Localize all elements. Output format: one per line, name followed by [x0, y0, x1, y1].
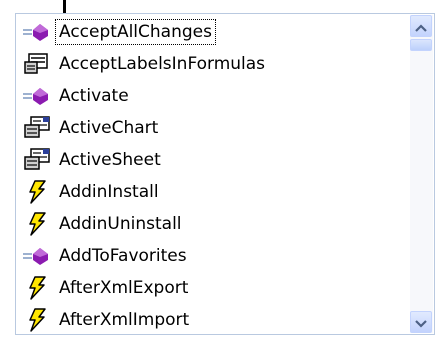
list-item-accept-labels-in-formulas[interactable]: AcceptLabelsInFormulas	[16, 48, 408, 80]
vertical-scrollbar[interactable]	[410, 15, 433, 333]
list-item-add-to-favorites[interactable]: AddToFavorites	[16, 240, 408, 272]
list-item-activate[interactable]: Activate	[16, 80, 408, 112]
list-item-after-xml-export[interactable]: AfterXmlExport	[16, 272, 408, 304]
event-icon	[20, 178, 54, 206]
event-icon	[20, 210, 54, 238]
list-item-label: AfterXmlExport	[59, 278, 189, 298]
list-item-label: ActiveSheet	[59, 150, 161, 170]
list-item-label: Activate	[59, 86, 129, 106]
method-icon	[20, 18, 54, 46]
list-item-active-sheet[interactable]: ActiveSheet	[16, 144, 408, 176]
list-item-label: AddToFavorites	[59, 246, 187, 266]
text-cursor	[63, 0, 66, 13]
scroll-up-button[interactable]	[410, 15, 432, 37]
list-item-addin-uninstall[interactable]: AddinUninstall	[16, 208, 408, 240]
list-item-label: ActiveChart	[59, 118, 159, 138]
list-item-label: AddinInstall	[59, 182, 159, 202]
chevron-down-icon	[415, 313, 427, 332]
method-icon	[20, 82, 54, 110]
event-icon	[20, 274, 54, 302]
list-item-label: AfterXmlImport	[59, 310, 190, 330]
autocomplete-list[interactable]: AcceptAllChanges AcceptLabelsInFormulas	[15, 13, 435, 335]
list-item-addin-install[interactable]: AddinInstall	[16, 176, 408, 208]
property-icon	[20, 114, 54, 142]
editor-area: AcceptAllChanges AcceptLabelsInFormulas	[0, 0, 438, 339]
property-icon	[20, 146, 54, 174]
scrollbar-thumb[interactable]	[410, 39, 432, 51]
list-item-active-chart[interactable]: ActiveChart	[16, 112, 408, 144]
list-item-label: AcceptLabelsInFormulas	[59, 54, 266, 74]
event-icon	[20, 306, 54, 334]
property-icon	[20, 50, 54, 78]
scroll-down-button[interactable]	[410, 311, 432, 333]
list-item-after-xml-import[interactable]: AfterXmlImport	[16, 304, 408, 336]
list-item-label: AcceptAllChanges	[55, 19, 216, 45]
list-item-label: AddinUninstall	[59, 214, 182, 234]
method-icon	[20, 242, 54, 270]
list-item-accept-all-changes[interactable]: AcceptAllChanges	[16, 16, 408, 48]
chevron-up-icon	[415, 17, 427, 36]
autocomplete-items: AcceptAllChanges AcceptLabelsInFormulas	[16, 16, 408, 336]
